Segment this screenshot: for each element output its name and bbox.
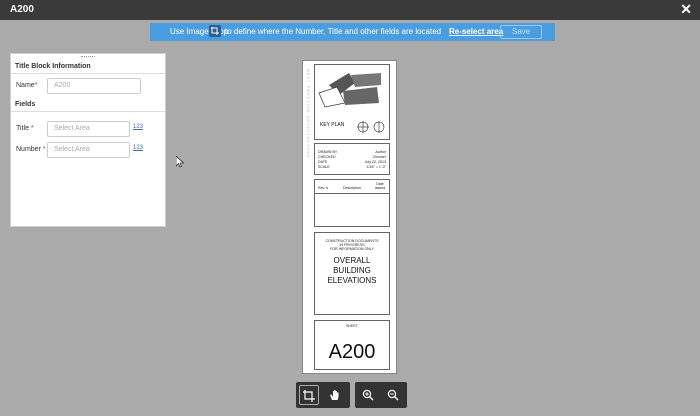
number-numeric-toggle[interactable]: 123 bbox=[133, 145, 143, 151]
pan-tool-button[interactable] bbox=[325, 385, 345, 405]
name-field[interactable]: A200 bbox=[47, 78, 141, 94]
save-button[interactable]: Save bbox=[500, 25, 542, 39]
instruction-banner: Use Image Crop to define where the Numbe… bbox=[150, 23, 555, 41]
reselect-area-link[interactable]: Re-select area bbox=[449, 27, 503, 36]
sheet-title-line-3: ELEVATIONS bbox=[327, 276, 377, 285]
zoom-toolbar bbox=[355, 382, 407, 408]
date-issued-column-header: Date Issued bbox=[374, 182, 386, 190]
title-numeric-toggle[interactable]: 123 bbox=[133, 124, 143, 130]
date-value: July 22, 2013 bbox=[364, 160, 386, 164]
title-label: Title * bbox=[16, 125, 34, 132]
drawn-by-box: DRAWN BY Author CHECKED Checker DATE Jul… bbox=[314, 143, 390, 175]
drawn-by-label: DRAWN BY bbox=[318, 150, 338, 154]
mouse-cursor-icon bbox=[176, 156, 184, 168]
title-block-image: BEST PRACTICE ARCHITECTURE KEY PLAN DRAW… bbox=[302, 60, 397, 374]
divider bbox=[315, 193, 389, 194]
date-label: DATE bbox=[318, 160, 328, 164]
title-select-area-field[interactable]: Select Area bbox=[47, 121, 130, 137]
notice-line-3: FOR INFORMATION ONLY bbox=[330, 247, 374, 251]
checked-label: CHECKED bbox=[318, 155, 336, 159]
checked-value: Checker bbox=[372, 155, 386, 159]
selection-toolbar bbox=[296, 382, 350, 408]
hand-icon bbox=[330, 390, 339, 400]
title-block-header: Title Block Information bbox=[15, 63, 91, 70]
divider bbox=[11, 73, 165, 74]
crop-tool-button[interactable] bbox=[299, 385, 319, 405]
name-label: Name* bbox=[16, 82, 38, 89]
crop-icon bbox=[303, 390, 315, 402]
number-label: Number * bbox=[16, 146, 46, 153]
revision-box: Rev. # Description Date Issued bbox=[314, 179, 390, 227]
key-plan-label: KEY PLAN bbox=[320, 122, 345, 128]
zoom-out-button[interactable] bbox=[383, 385, 403, 405]
scale-label: SCALE bbox=[318, 165, 330, 169]
crop-icon bbox=[209, 25, 221, 37]
sheet-number-box: SHEET A200 bbox=[314, 320, 390, 370]
sheet-label: SHEET bbox=[346, 324, 358, 328]
description-column-header: Description bbox=[343, 186, 361, 190]
divider bbox=[11, 111, 165, 112]
drawn-by-value: Author bbox=[375, 150, 386, 154]
fields-header: Fields bbox=[15, 101, 36, 108]
vertical-firm-name: BEST PRACTICE ARCHITECTURE bbox=[306, 69, 311, 159]
banner-message-end: to define where the Number, Title and ot… bbox=[225, 27, 442, 36]
title-block-panel: Title Block Information Name* A200 Field… bbox=[10, 53, 166, 227]
zoom-in-icon bbox=[362, 389, 374, 401]
scale-value: 1/16" = 1'-0" bbox=[366, 165, 386, 169]
sheet-title-line-1: OVERALL bbox=[333, 256, 371, 265]
close-icon[interactable]: ✕ bbox=[680, 2, 692, 16]
key-plan-box: KEY PLAN bbox=[314, 64, 390, 140]
zoom-in-button[interactable] bbox=[358, 385, 378, 405]
sheet-title-box: CONSTRUCTION DOCUMENTS IN PROGRESS FOR I… bbox=[314, 232, 390, 315]
window-title: A200 bbox=[10, 4, 34, 15]
rev-column-header: Rev. # bbox=[318, 186, 329, 190]
sheet-number: A200 bbox=[328, 341, 376, 363]
window-titlebar: A200 ✕ bbox=[0, 0, 700, 20]
sheet-title-line-2: BUILDING bbox=[333, 266, 371, 275]
zoom-out-icon bbox=[387, 389, 399, 401]
number-select-area-field[interactable]: Select Area bbox=[47, 142, 130, 158]
panel-drag-handle[interactable] bbox=[81, 56, 95, 58]
